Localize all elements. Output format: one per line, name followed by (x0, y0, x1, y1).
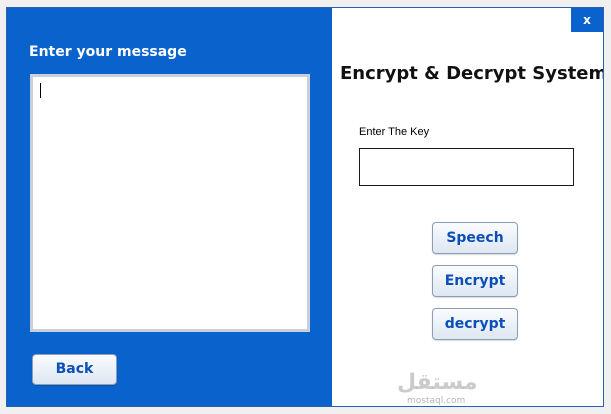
message-panel: Enter your message Back (7, 8, 332, 406)
message-textarea[interactable] (30, 74, 310, 332)
close-button[interactable]: x (571, 8, 603, 32)
key-label: Enter The Key (359, 126, 430, 138)
app-window: Enter your message Back x Encrypt & Decr… (0, 0, 611, 414)
encrypt-button[interactable]: Encrypt (432, 265, 518, 297)
back-button[interactable]: Back (32, 354, 117, 385)
text-caret (40, 83, 41, 98)
key-input[interactable] (359, 148, 574, 186)
decrypt-button[interactable]: decrypt (432, 308, 518, 340)
mostaql-watermark: مستقل mostaql.com (379, 370, 478, 406)
watermark-url-text: mostaql.com (407, 396, 466, 406)
message-heading: Enter your message (29, 44, 187, 60)
speech-button[interactable]: Speech (432, 222, 518, 254)
dialog-frame: Enter your message Back x Encrypt & Decr… (6, 7, 604, 407)
watermark-arabic-text: مستقل (397, 370, 478, 395)
app-title: Encrypt & Decrypt System (340, 63, 604, 84)
